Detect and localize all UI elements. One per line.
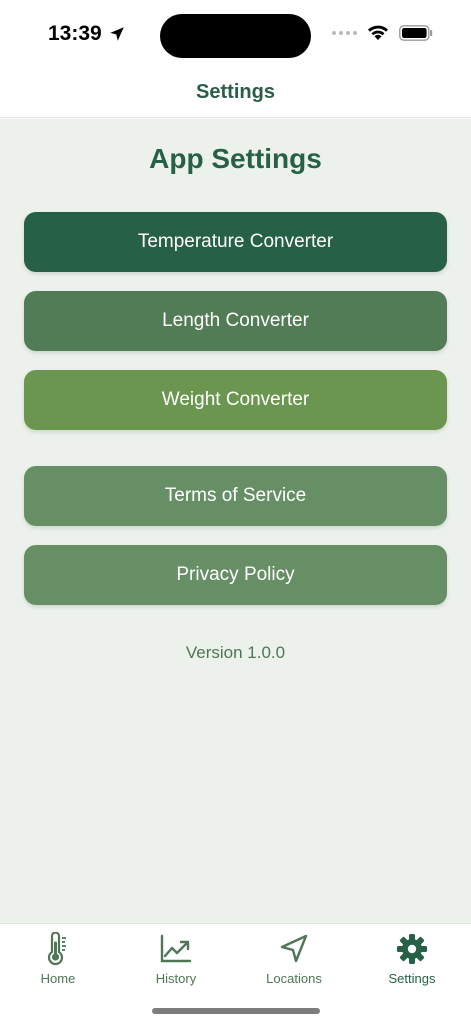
privacy-policy-button[interactable]: Privacy Policy (24, 545, 447, 605)
home-indicator[interactable] (152, 1008, 320, 1014)
tab-history[interactable]: History (121, 932, 231, 988)
navigation-header: Settings (0, 68, 471, 118)
weight-converter-button[interactable]: Weight Converter (24, 370, 447, 430)
tab-settings[interactable]: Settings (357, 932, 467, 988)
tab-locations-label: Locations (266, 971, 322, 986)
gear-icon (397, 934, 427, 964)
page-title: App Settings (149, 143, 322, 174)
length-converter-button[interactable]: Length Converter (24, 291, 447, 351)
temperature-converter-button[interactable]: Temperature Converter (24, 212, 447, 272)
chart-trend-icon (160, 934, 192, 963)
tab-locations[interactable]: Locations (239, 932, 349, 988)
settings-content: App Settings Temperature Converter Lengt… (0, 119, 471, 923)
terms-of-service-button[interactable]: Terms of Service (24, 466, 447, 526)
dynamic-island (160, 14, 311, 58)
header-title: Settings (196, 81, 275, 103)
location-arrow-icon (109, 27, 124, 41)
tab-home[interactable]: Home (3, 932, 113, 988)
status-time-text: 13:39 (48, 22, 102, 45)
wifi-icon (368, 25, 388, 40)
tab-settings-label: Settings (388, 971, 436, 986)
status-icons (332, 24, 433, 41)
status-time: 13:39 (48, 22, 126, 46)
tab-history-label: History (155, 971, 197, 986)
status-bar: 13:39 (0, 0, 471, 68)
navigation-arrow-icon (280, 934, 308, 963)
version-label: Version 1.0.0 (185, 643, 286, 662)
cellular-dots-icon (332, 30, 357, 35)
battery-icon (399, 24, 433, 41)
tab-home-label: Home (40, 971, 76, 986)
thermometer-icon (47, 932, 66, 966)
